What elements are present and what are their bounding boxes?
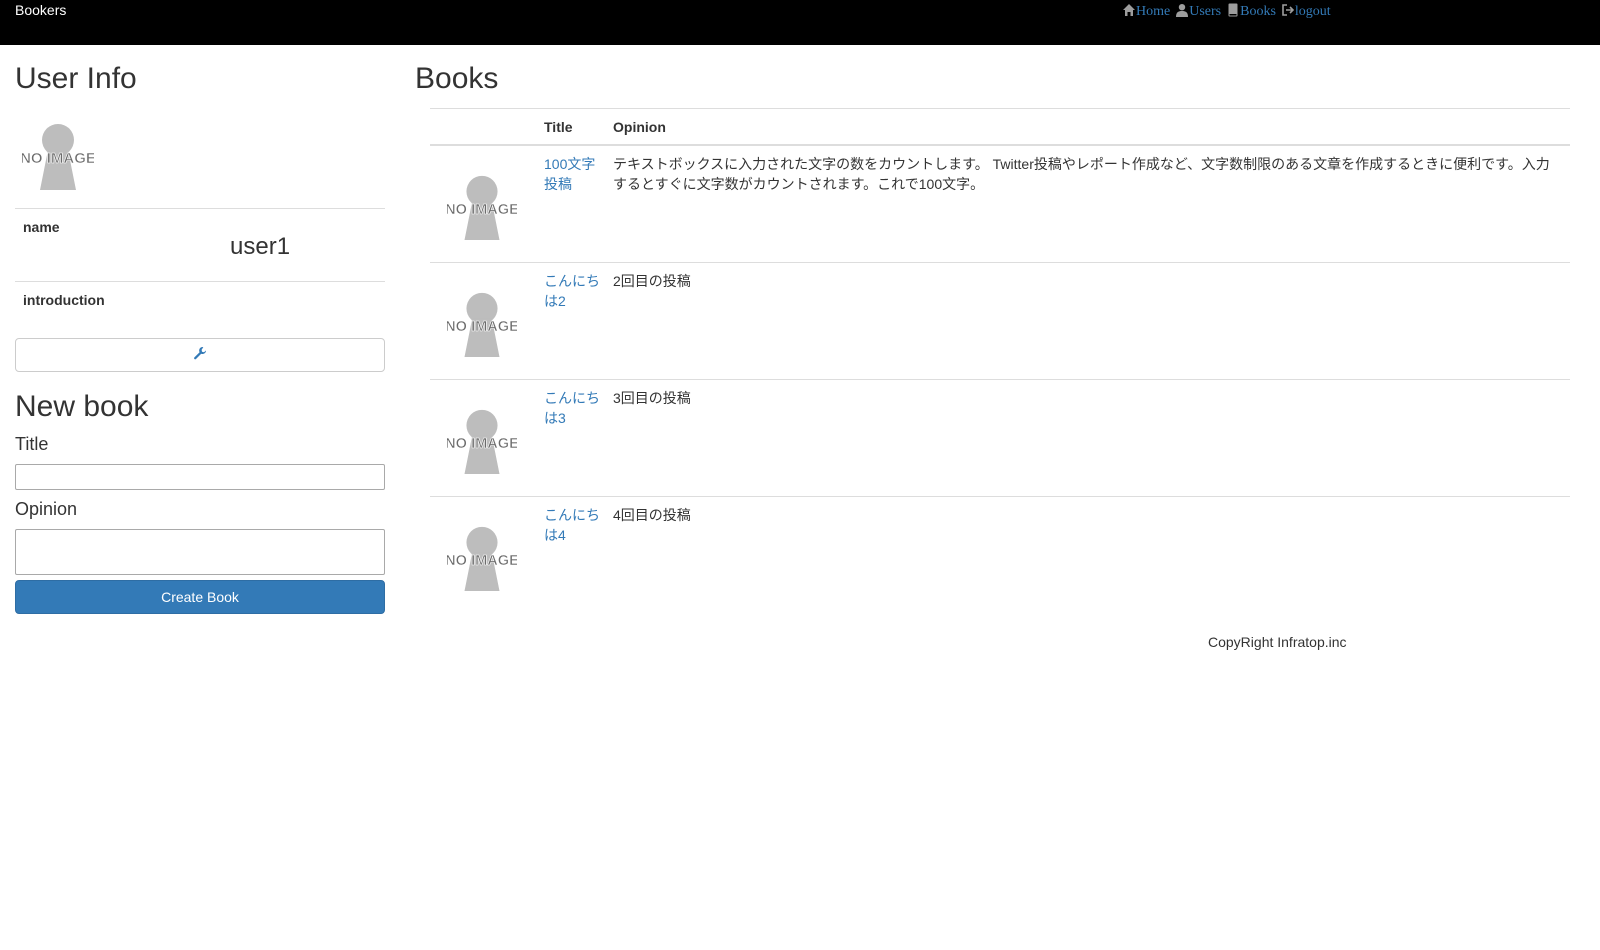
user-introduction-row: introduction [15,281,385,329]
column-header-title: Title [544,119,573,135]
opinion-label: Opinion [15,499,78,519]
book-opinion: 3回目の投稿 [613,390,691,406]
new-book-heading: New book [15,390,149,423]
user-info-table: name user1 introduction [15,208,385,329]
book-opinion: 4回目の投稿 [613,507,691,523]
books-heading: Books [415,62,499,95]
book-opinion: テキストボックスに入力された文字の数をカウントします。 Twitter投稿やレポ… [613,156,1550,192]
wrench-icon [193,346,207,365]
table-row: NO IMAGE こんにちは3 3回目の投稿 [430,380,1570,497]
nav-home-link[interactable]: Home [1122,2,1170,20]
book-no-image-text: NO IMAGE [447,436,517,452]
brand-link[interactable]: Bookers [15,2,66,18]
title-input[interactable] [15,464,385,490]
book-no-image-text: NO IMAGE [447,319,517,335]
book-no-image-text: NO IMAGE [447,553,517,569]
book-opinion: 2回目の投稿 [613,273,691,289]
table-row: NO IMAGE こんにちは2 2回目の投稿 [430,263,1570,380]
book-image: NO IMAGE [445,521,519,593]
nav-logout-label: logout [1294,4,1331,19]
user-icon [1175,3,1189,17]
book-title-link[interactable]: こんにちは4 [544,505,600,545]
book-image: NO IMAGE [445,170,519,242]
nav-books-link[interactable]: Books [1226,2,1276,20]
nav-links: Home Users Books logout [1122,2,1336,20]
nav-users-link[interactable]: Users [1175,2,1221,20]
nav-home-label: Home [1136,4,1171,19]
top-navbar: Bookers Home Users Books logout [0,0,1600,45]
nav-books-label: Books [1240,4,1276,19]
book-image: NO IMAGE [445,404,519,476]
book-no-image-text: NO IMAGE [447,202,517,218]
book-title-link[interactable]: こんにちは2 [544,271,600,311]
create-book-button[interactable]: Create Book [15,580,385,614]
nav-users-label: Users [1189,4,1222,19]
column-header-opinion: Opinion [613,119,666,135]
book-title-link[interactable]: 100文字投稿 [544,154,600,194]
footer-copyright: CopyRight Infratop.inc [1208,634,1347,650]
home-icon [1122,3,1136,17]
user-name-key: name [23,219,60,235]
books-table: Title Opinion NO IMAGE 100文字投稿 テキストボックスに入力… [430,108,1570,614]
opinion-textarea[interactable] [15,529,385,575]
table-row: NO IMAGE こんにちは4 4回目の投稿 [430,497,1570,614]
edit-profile-button[interactable] [15,338,385,372]
user-name-row: name user1 [15,208,385,281]
books-table-header: Title Opinion [430,108,1570,146]
user-introduction-key: introduction [23,292,105,308]
avatar-no-image-text: NO IMAGE [22,150,94,167]
nav-logout-link[interactable]: logout [1281,2,1331,20]
book-title-link[interactable]: こんにちは3 [544,388,600,428]
title-label: Title [15,434,49,454]
book-icon [1226,3,1240,17]
table-row: NO IMAGE 100文字投稿 テキストボックスに入力された文字の数をカウントしま… [430,146,1570,263]
user-name-value: user1 [230,233,291,260]
user-info-heading: User Info [15,62,137,95]
book-image: NO IMAGE [445,287,519,359]
user-avatar: NO IMAGE [20,118,96,192]
logout-icon [1281,3,1295,17]
